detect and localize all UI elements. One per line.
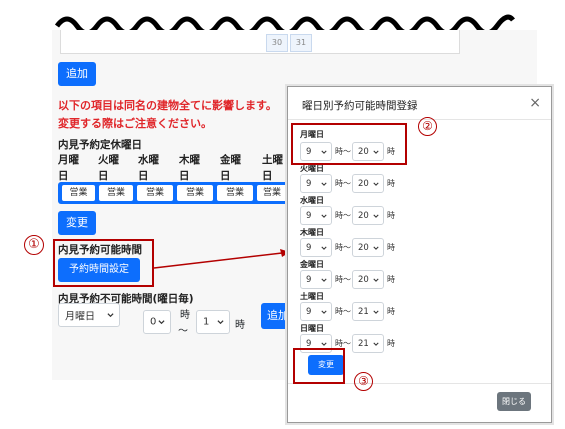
to-hour-select[interactable]: 1 [196, 310, 230, 334]
from-hour-unit: 時 [180, 310, 190, 321]
modal-to-select[interactable]: 21 [352, 334, 384, 353]
chevron-down-icon [321, 246, 327, 250]
regular-closed-heading: 内見予約定休曜日 [58, 139, 142, 151]
chevron-down-icon [373, 342, 379, 346]
modal-hour-tilde: 時〜 [335, 179, 351, 188]
modal-close-button[interactable]: 閉じる [497, 392, 531, 411]
weekday-label-bottom: 日 [220, 170, 231, 182]
modal-from-value: 9 [306, 242, 312, 253]
modal-from-value: 9 [306, 274, 312, 285]
modal-hour-unit: 時 [387, 243, 395, 252]
chevron-down-icon [321, 214, 327, 218]
status-toggle-sat[interactable]: 営業 [257, 185, 287, 201]
modal-from-select[interactable]: 9 [300, 174, 332, 193]
warning-line-1: 以下の項目は同名の建物全てに影響します。 [58, 99, 277, 112]
status-toggle-fri[interactable]: 営業 [217, 185, 253, 201]
modal-from-select[interactable]: 9 [300, 206, 332, 225]
weekday-select-value: 月曜日 [65, 311, 95, 323]
weekday-label-bottom: 日 [98, 170, 109, 182]
modal-from-value: 9 [306, 306, 312, 317]
modal-hour-unit: 時 [387, 275, 395, 284]
modal-to-select[interactable]: 20 [352, 206, 384, 225]
modal-to-select[interactable]: 20 [352, 174, 384, 193]
annotation-box-1 [53, 239, 154, 287]
modal-hour-tilde: 時〜 [335, 211, 351, 220]
to-hour-value: 1 [203, 316, 210, 328]
modal-title: 曜日別予約可能時間登録 [302, 100, 418, 112]
modal-day-label: 日曜日 [300, 324, 324, 333]
status-toggle-wed[interactable]: 営業 [137, 185, 173, 201]
chevron-down-icon [373, 214, 379, 218]
chevron-down-icon [321, 278, 327, 282]
chevron-down-icon [321, 182, 327, 186]
weekday-label-bottom: 日 [179, 170, 190, 182]
weekday-label-top: 土曜 [262, 154, 283, 166]
modal-to-value: 20 [358, 274, 369, 285]
weekday-label-bottom: 日 [58, 170, 69, 182]
chevron-down-icon [217, 320, 224, 325]
modal-to-select[interactable]: 20 [352, 238, 384, 257]
annotation-arrow [153, 249, 290, 269]
add-button-top[interactable]: 追加 [58, 62, 96, 86]
status-toggle-tue[interactable]: 営業 [99, 185, 133, 201]
calendar-cell[interactable]: 30 [266, 34, 288, 52]
chevron-down-icon [373, 182, 379, 186]
chevron-down-icon [107, 313, 114, 318]
modal-from-value: 9 [306, 178, 312, 189]
status-toggle-mon[interactable]: 営業 [62, 185, 95, 201]
weekday-label-top: 月曜 [58, 154, 79, 166]
modal-to-select[interactable]: 21 [352, 302, 384, 321]
weekday-label-bottom: 日 [138, 170, 149, 182]
modal-hour-tilde: 時〜 [335, 275, 351, 284]
calendar-box [60, 30, 460, 54]
chevron-down-icon [321, 310, 327, 314]
weekday-label-bottom: 日 [262, 170, 273, 182]
annotation-box-3 [293, 348, 345, 384]
to-hour-unit: 時 [235, 320, 245, 331]
callout-number-2: ② [418, 117, 437, 136]
modal-day-label: 金曜日 [300, 260, 324, 269]
chevron-down-icon [321, 342, 327, 346]
modal-to-value: 20 [358, 210, 369, 221]
callout-number-3: ③ [354, 372, 373, 391]
modal-from-value: 9 [306, 210, 312, 221]
weekday-label-top: 水曜 [138, 154, 159, 166]
modal-day-label: 土曜日 [300, 292, 324, 301]
chevron-down-icon [373, 246, 379, 250]
calendar-cell[interactable]: 31 [290, 34, 312, 52]
modal-day-label: 木曜日 [300, 228, 324, 237]
from-hour-select[interactable]: 0 [143, 310, 171, 334]
callout-number-1: ① [24, 235, 44, 255]
chevron-down-icon [158, 320, 165, 325]
warning-line-2: 変更する際はご注意ください。 [58, 117, 212, 130]
change-button[interactable]: 変更 [58, 211, 96, 235]
modal-hour-unit: 時 [387, 307, 395, 316]
modal-to-value: 20 [358, 178, 369, 189]
modal-hour-unit: 時 [387, 211, 395, 220]
weekday-label-top: 木曜 [179, 154, 200, 166]
close-icon[interactable]: × [529, 95, 541, 111]
from-hour-value: 0 [150, 316, 157, 328]
modal-hour-unit: 時 [387, 179, 395, 188]
annotation-box-2 [291, 123, 407, 165]
chevron-down-icon [373, 310, 379, 314]
modal-from-value: 9 [306, 338, 312, 349]
modal-to-value: 21 [358, 338, 369, 349]
weekday-label-top: 火曜 [98, 154, 119, 166]
modal-from-select[interactable]: 9 [300, 238, 332, 257]
weekday-label-top: 金曜 [220, 154, 241, 166]
weekday-select[interactable]: 月曜日 [58, 303, 120, 327]
range-tilde: 〜 [178, 326, 188, 337]
modal-from-select[interactable]: 9 [300, 270, 332, 289]
status-toggle-thu[interactable]: 営業 [177, 185, 213, 201]
chevron-down-icon [373, 278, 379, 282]
modal-to-value: 21 [358, 306, 369, 317]
modal-hour-unit: 時 [387, 339, 395, 348]
modal-from-select[interactable]: 9 [300, 302, 332, 321]
modal-day-label: 水曜日 [300, 196, 324, 205]
modal-hour-tilde: 時〜 [335, 307, 351, 316]
modal-to-value: 20 [358, 242, 369, 253]
modal-hour-tilde: 時〜 [335, 243, 351, 252]
modal-to-select[interactable]: 20 [352, 270, 384, 289]
